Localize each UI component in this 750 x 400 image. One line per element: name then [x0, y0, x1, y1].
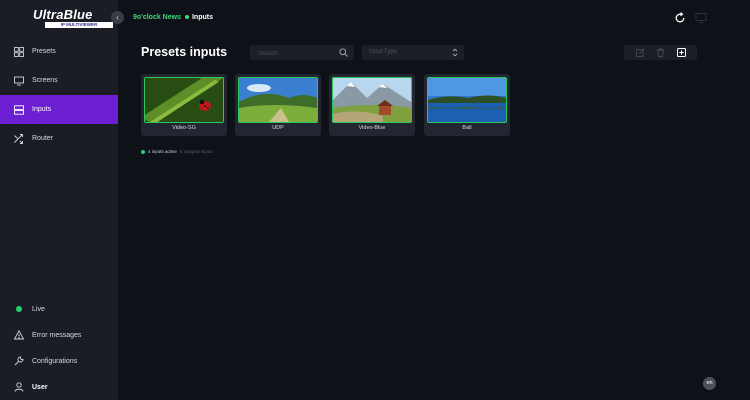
warning-icon [14, 330, 24, 340]
app-logo[interactable]: UltraBlue IP MULTIVIEWER [33, 8, 115, 28]
breadcrumb: 9o'clock News Inputs [133, 14, 213, 21]
live-dot-icon [16, 306, 22, 312]
collapse-sidebar-button[interactable]: ‹ [111, 11, 124, 24]
sidebar-item-screens[interactable]: Screens [0, 66, 118, 95]
toolbar-actions [624, 45, 697, 60]
input-status-summary: 4 inputs active 0 stopped inputs [141, 149, 213, 154]
input-card-ball[interactable]: Ball [424, 74, 510, 136]
input-type-select[interactable]: Input Type [362, 45, 464, 60]
logo-subtitle: IP MULTIVIEWER [45, 22, 113, 28]
input-thumbnail-lake [427, 77, 507, 123]
search-input[interactable] [256, 47, 338, 60]
error-messages-link[interactable]: Error messages [0, 322, 118, 348]
sidebar-nav: Presets Screens Inputs Router [0, 37, 118, 153]
server-icon [14, 105, 24, 115]
input-thumbnail-meadow [238, 77, 318, 123]
breadcrumb-current: Inputs [191, 14, 213, 21]
stopped-inputs-count: 0 stopped inputs [179, 149, 213, 154]
configurations-label: Configurations [32, 357, 78, 365]
input-type-select-value: Input Type [369, 49, 397, 55]
input-thumbnail-ladybug [144, 77, 224, 123]
sidebar-item-label: Presets [32, 48, 56, 55]
sidebar-item-label: Inputs [32, 106, 52, 113]
user-label: User [32, 383, 48, 391]
sidebar-item-label: Router [32, 135, 54, 142]
configurations-link[interactable]: Configurations [0, 348, 118, 374]
input-name: Video-SG [172, 125, 196, 131]
sidebar: UltraBlue IP MULTIVIEWER Presets Screens [0, 0, 118, 400]
input-name: Ball [462, 125, 472, 131]
sidebar-item-inputs[interactable]: Inputs [0, 95, 118, 124]
live-label: Live [32, 305, 45, 313]
user-menu[interactable]: User [0, 374, 118, 400]
search-field [250, 45, 354, 60]
user-icon [14, 382, 24, 392]
wrench-icon [14, 356, 24, 366]
breadcrumb-root[interactable]: 9o'clock News [133, 14, 181, 21]
search-icon[interactable] [339, 48, 348, 57]
edit-icon[interactable] [636, 48, 645, 57]
error-messages-label: Error messages [32, 331, 82, 339]
live-indicator[interactable]: Live [0, 296, 118, 322]
active-status-dot-icon [141, 149, 145, 154]
input-name: Video-Blue [358, 125, 386, 131]
input-card-video-sg[interactable]: Video-SG [141, 74, 227, 136]
input-card-udp[interactable]: UDP [235, 74, 321, 136]
input-name: UDP [272, 125, 284, 131]
shuffle-icon [14, 134, 23, 144]
sidebar-bottom: Live Error messages Configurations User [0, 296, 118, 400]
sidebar-item-presets[interactable]: Presets [0, 37, 118, 66]
grid-icon [14, 47, 24, 57]
refresh-icon[interactable] [674, 12, 686, 24]
top-bar: 9o'clock News Inputs [118, 0, 750, 37]
delete-icon[interactable] [656, 48, 665, 57]
add-icon[interactable] [677, 48, 686, 57]
input-card-video-blue[interactable]: Video-Blue [329, 74, 415, 136]
breadcrumb-separator-icon [184, 14, 189, 19]
sidebar-item-router[interactable]: Router [0, 124, 118, 153]
logo-title: UltraBlue [33, 7, 93, 22]
language-switcher[interactable]: en [703, 377, 716, 390]
chevron-updown-icon [452, 48, 458, 57]
active-inputs-count: 4 inputs active [148, 149, 177, 154]
page-title: Presets inputs [141, 45, 228, 59]
sidebar-item-label: Screens [32, 77, 58, 84]
monitor-icon[interactable] [695, 12, 707, 24]
monitor-icon [14, 76, 24, 86]
input-thumbnail-alpine-house [332, 77, 412, 123]
app-root: UltraBlue IP MULTIVIEWER Presets Screens [0, 0, 750, 400]
